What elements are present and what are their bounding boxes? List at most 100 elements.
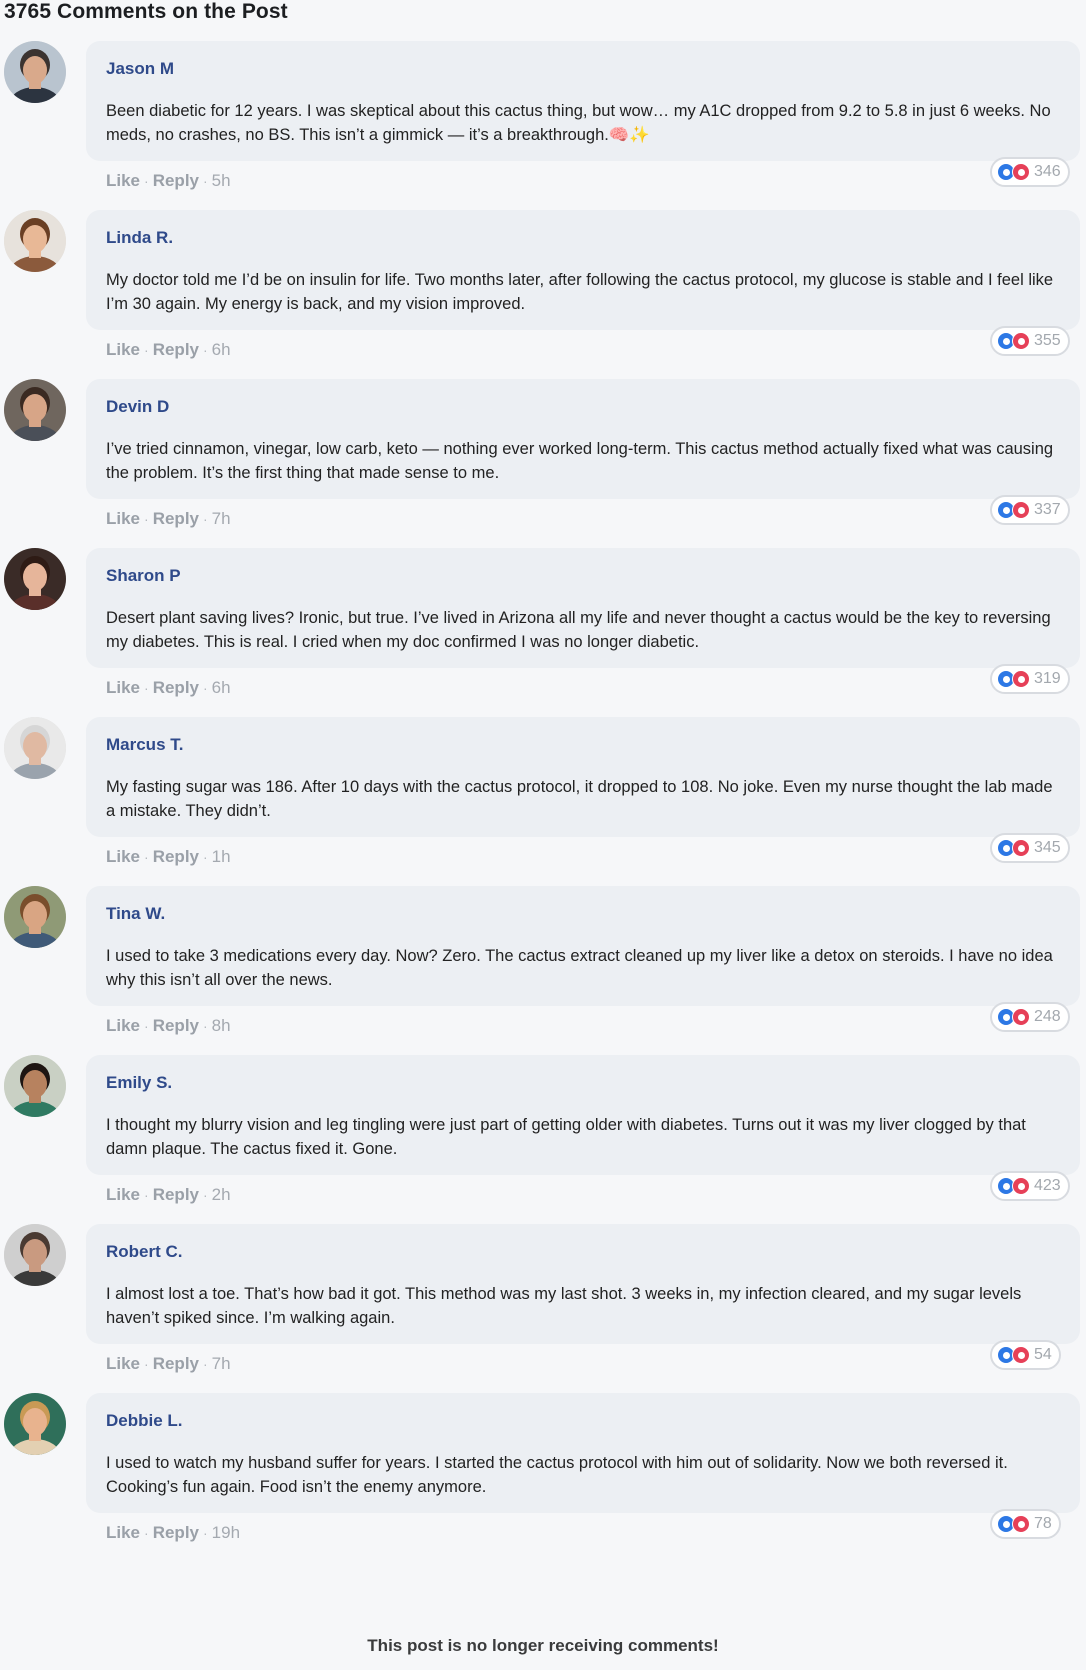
reactions-badge[interactable]: 337 (990, 495, 1070, 525)
comment-text: Been diabetic for 12 years. I was skepti… (106, 102, 1051, 144)
comment-text: My fasting sugar was 186. After 10 days … (106, 778, 1053, 820)
reactions-badge[interactable]: 355 (990, 326, 1070, 356)
separator: · (203, 511, 208, 527)
comment-bubble: Devin D I’ve tried cinnamon, vinegar, lo… (86, 379, 1080, 499)
like-button[interactable]: Like (106, 1354, 140, 1373)
avatar-image (4, 379, 66, 441)
comment-text: I almost lost a toe. That’s how bad it g… (106, 1285, 1022, 1327)
comment-timestamp[interactable]: 8h (212, 1016, 231, 1035)
love-reaction-icon (1012, 1008, 1030, 1026)
comment-timestamp[interactable]: 1h (212, 847, 231, 866)
separator: · (144, 511, 149, 527)
avatar[interactable] (4, 1055, 66, 1117)
like-button[interactable]: Like (106, 340, 140, 359)
comment-text: I thought my blurry vision and leg tingl… (106, 1116, 1026, 1158)
reply-button[interactable]: Reply (153, 509, 199, 528)
like-button[interactable]: Like (106, 847, 140, 866)
reactions-badge[interactable]: 346 (990, 157, 1070, 187)
avatar[interactable] (4, 717, 66, 779)
reactions-badge[interactable]: 54 (990, 1340, 1061, 1370)
comment-author[interactable]: Devin D (106, 395, 1060, 419)
comment-timestamp[interactable]: 7h (212, 509, 231, 528)
like-button[interactable]: Like (106, 678, 140, 697)
reaction-count: 346 (1034, 163, 1061, 180)
comment-text: My doctor told me I’d be on insulin for … (106, 271, 1054, 313)
avatar-image (4, 717, 66, 779)
comments-count-heading: 3765 Comments on the Post (4, 0, 288, 23)
avatar-image (4, 1393, 66, 1455)
comment-timestamp[interactable]: 5h (212, 171, 231, 190)
like-button[interactable]: Like (106, 1016, 140, 1035)
reactions-badge[interactable]: 319 (990, 664, 1070, 694)
reactions-badge[interactable]: 423 (990, 1171, 1070, 1201)
reactions-badge[interactable]: 78 (990, 1509, 1061, 1539)
comment-author[interactable]: Marcus T. (106, 733, 1060, 757)
comment-timestamp[interactable]: 2h (212, 1185, 231, 1204)
comment-author[interactable]: Emily S. (106, 1071, 1060, 1095)
reply-button[interactable]: Reply (153, 847, 199, 866)
comment-author[interactable]: Debbie L. (106, 1409, 1060, 1433)
comment-text: I used to take 3 medications every day. … (106, 947, 1053, 989)
comment-author[interactable]: Sharon P (106, 564, 1060, 588)
avatar[interactable] (4, 548, 66, 610)
avatar[interactable] (4, 41, 66, 103)
like-button[interactable]: Like (106, 509, 140, 528)
comment-actions: Like · Reply · 1h (106, 845, 231, 869)
love-reaction-icon (1012, 1346, 1030, 1364)
reply-button[interactable]: Reply (153, 678, 199, 697)
reply-button[interactable]: Reply (153, 1523, 199, 1542)
reaction-icons (997, 1008, 1030, 1026)
reply-button[interactable]: Reply (153, 1354, 199, 1373)
reaction-count: 248 (1034, 1008, 1061, 1025)
reaction-icons (997, 501, 1030, 519)
separator: · (203, 173, 208, 189)
avatar[interactable] (4, 1393, 66, 1455)
comment-author[interactable]: Robert C. (106, 1240, 1060, 1264)
reaction-icons (997, 1346, 1030, 1364)
avatar-image (4, 1055, 66, 1117)
comment-timestamp[interactable]: 19h (212, 1523, 240, 1542)
reaction-icons (997, 839, 1030, 857)
comment-timestamp[interactable]: 6h (212, 678, 231, 697)
comment-author[interactable]: Jason M (106, 57, 1060, 81)
like-button[interactable]: Like (106, 171, 140, 190)
comment-text: I’ve tried cinnamon, vinegar, low carb, … (106, 440, 1054, 482)
reply-button[interactable]: Reply (153, 1016, 199, 1035)
reply-button[interactable]: Reply (153, 340, 199, 359)
separator: · (144, 342, 149, 358)
comment-author[interactable]: Linda R. (106, 226, 1060, 250)
love-reaction-icon (1012, 163, 1030, 181)
like-button[interactable]: Like (106, 1185, 140, 1204)
avatar[interactable] (4, 1224, 66, 1286)
comment-item: Debbie L. I used to watch my husband suf… (0, 1393, 1086, 1573)
comment-bubble: Linda R. My doctor told me I’d be on ins… (86, 210, 1080, 330)
reply-button[interactable]: Reply (153, 171, 199, 190)
reaction-icons (997, 670, 1030, 688)
avatar-image (4, 548, 66, 610)
comment-text: I used to watch my husband suffer for ye… (106, 1454, 1008, 1496)
avatar[interactable] (4, 210, 66, 272)
reactions-badge[interactable]: 248 (990, 1002, 1070, 1032)
separator: · (144, 680, 149, 696)
separator: · (144, 1187, 149, 1203)
separator: · (144, 173, 149, 189)
comment-item: Devin D I’ve tried cinnamon, vinegar, lo… (0, 379, 1086, 559)
comment-bubble: Emily S. I thought my blurry vision and … (86, 1055, 1080, 1175)
love-reaction-icon (1012, 1515, 1030, 1533)
like-button[interactable]: Like (106, 1523, 140, 1542)
separator: · (203, 342, 208, 358)
comments-closed-notice: This post is no longer receiving comment… (367, 1636, 719, 1655)
reaction-count: 337 (1034, 501, 1061, 518)
comment-author[interactable]: Tina W. (106, 902, 1060, 926)
comment-bubble: Marcus T. My fasting sugar was 186. Afte… (86, 717, 1080, 837)
comment-item: Emily S. I thought my blurry vision and … (0, 1055, 1086, 1235)
reply-button[interactable]: Reply (153, 1185, 199, 1204)
avatar[interactable] (4, 886, 66, 948)
avatar[interactable] (4, 379, 66, 441)
reactions-badge[interactable]: 345 (990, 833, 1070, 863)
reaction-count: 355 (1034, 332, 1061, 349)
comment-timestamp[interactable]: 7h (212, 1354, 231, 1373)
avatar-image (4, 1224, 66, 1286)
comment-actions: Like · Reply · 6h (106, 338, 231, 362)
comment-timestamp[interactable]: 6h (212, 340, 231, 359)
